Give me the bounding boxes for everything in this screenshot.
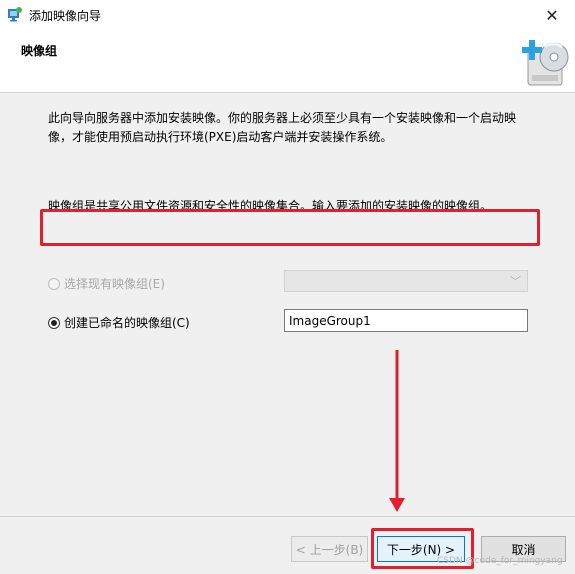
close-button[interactable]: ✕ bbox=[529, 0, 575, 30]
title-bar: 添加映像向导 ✕ bbox=[0, 0, 575, 30]
existing-group-label: 选择现有映像组(E) bbox=[64, 277, 165, 291]
intro-line-1: 此向导向服务器中添加安装映像。你的服务器上必须至少具有一个安装映像和一个启动映 bbox=[48, 111, 517, 125]
existing-group-radio bbox=[48, 277, 60, 290]
chevron-down-icon: ﹀ bbox=[510, 275, 521, 288]
intro-line-2: 像，才能使用预启动执行环境(PXE)启动客户端并安装操作系统。 bbox=[48, 130, 393, 144]
radio-selected-dot bbox=[51, 319, 57, 326]
wizard-app-icon bbox=[8, 7, 22, 22]
description-text: 映像组是共享公用文件资源和安全性的映像集合。输入要添加的安装映像的映像组。 bbox=[48, 199, 493, 213]
intro-text: 此向导向服务器中添加安装映像。你的服务器上必须至少具有一个安装映像和一个启动映 … bbox=[48, 109, 548, 147]
option-new-group[interactable]: 创建已命名的映像组(C) bbox=[48, 314, 190, 331]
watermark: CSDN @code_for_mingyang bbox=[437, 556, 563, 566]
new-group-radio[interactable] bbox=[48, 316, 60, 329]
page-title: 映像组 bbox=[21, 44, 58, 58]
close-icon: ✕ bbox=[545, 5, 559, 25]
wizard-content: 此向导向服务器中添加安装映像。你的服务器上必须至少具有一个安装映像和一个启动映 … bbox=[0, 93, 575, 516]
back-button: < 上一步(B) bbox=[291, 536, 368, 562]
new-group-name-input[interactable] bbox=[284, 309, 528, 332]
window-title: 添加映像向导 bbox=[29, 9, 102, 23]
wizard-header: 映像组 bbox=[0, 30, 575, 92]
existing-group-select: ﹀ bbox=[284, 270, 528, 292]
option-existing-group: 选择现有映像组(E) bbox=[48, 275, 165, 292]
disc-add-icon bbox=[522, 40, 569, 86]
new-group-label[interactable]: 创建已命名的映像组(C) bbox=[64, 314, 190, 331]
